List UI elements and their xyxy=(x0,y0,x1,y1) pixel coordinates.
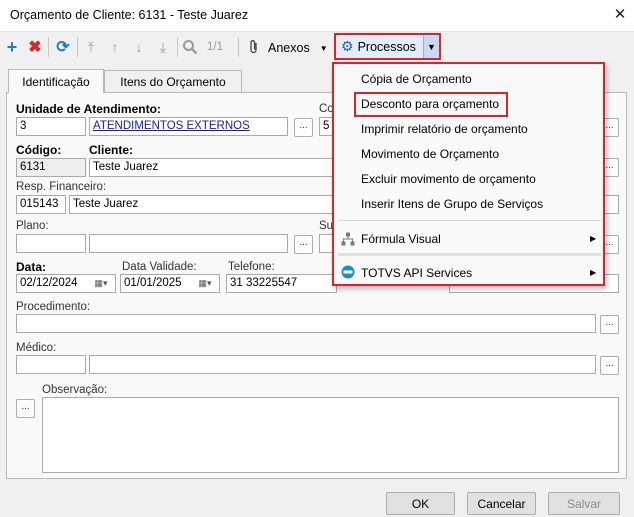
tab-itens-orcamento[interactable]: Itens do Orçamento xyxy=(104,70,242,92)
unidade-label: Unidade de Atendimento: xyxy=(16,102,161,116)
save-button[interactable]: Salvar xyxy=(548,492,620,515)
toolbar-divider xyxy=(77,37,78,57)
title-bar: Orçamento de Cliente: 6131 - Teste Juare… xyxy=(0,0,634,32)
menu-item-excluir-movimento[interactable]: Excluir movimento de orçamento xyxy=(361,172,536,186)
plano-code-input[interactable] xyxy=(16,234,86,253)
resp-name-input[interactable]: Teste Juarez xyxy=(69,195,337,214)
processos-dropdown-icon[interactable]: ▼ xyxy=(423,35,439,58)
cliente-input[interactable]: Teste Juarez xyxy=(89,158,337,177)
submenu-arrow-icon: ▶ xyxy=(590,234,597,243)
highlight-box xyxy=(354,92,508,117)
observacao-textarea[interactable] xyxy=(42,397,619,473)
observacao-label: Observação: xyxy=(42,384,108,396)
medico-code-input[interactable] xyxy=(16,355,86,374)
first-record-icon[interactable]: ⤒ xyxy=(82,38,100,56)
add-icon[interactable]: + xyxy=(3,37,21,57)
refresh-icon[interactable]: ⟳ xyxy=(54,38,72,56)
unidade-code-input[interactable]: 3 xyxy=(16,117,86,136)
menu-item-totvs-api[interactable]: TOTVS API Services xyxy=(361,266,472,280)
codigo-input: 6131 xyxy=(16,158,86,177)
ok-button[interactable]: OK xyxy=(386,492,455,515)
tab-label: Itens do Orçamento xyxy=(120,74,226,89)
window-title: Orçamento de Cliente: 6131 - Teste Juare… xyxy=(10,8,249,22)
medico-label: Médico: xyxy=(16,342,57,354)
anexos-chevron-icon[interactable]: ▼ xyxy=(320,44,328,53)
record-counter: 1/1 xyxy=(207,41,223,53)
menu-item-imprimir-relatorio[interactable]: Imprimir relatório de orçamento xyxy=(361,122,528,136)
procedimento-lookup-button[interactable]: ... xyxy=(600,315,619,334)
toolbar: + ✖ ⟳ ⤒ ↑ ↓ ⤓ 1/1 Anexos ▼ xyxy=(0,32,634,62)
last-record-icon[interactable]: ⤓ xyxy=(154,38,172,56)
medico-name-input[interactable] xyxy=(89,355,596,374)
unidade-lookup-button[interactable]: ... xyxy=(294,118,313,137)
toolbar-divider xyxy=(48,37,49,57)
menu-item-movimento-orcamento[interactable]: Movimento de Orçamento xyxy=(361,147,499,161)
menu-separator xyxy=(338,220,601,221)
processos-menu: Cópia de Orçamento Desconto para orçamen… xyxy=(332,62,605,286)
next-record-icon[interactable]: ↓ xyxy=(130,38,148,56)
plano-lookup-button[interactable]: ... xyxy=(294,235,313,254)
api-icon xyxy=(341,265,355,279)
close-icon[interactable]: ✕ xyxy=(610,5,630,25)
sitemap-icon xyxy=(341,232,355,246)
data-label: Data: xyxy=(16,260,47,274)
toolbar-divider xyxy=(238,37,239,57)
menu-item-copia-orcamento[interactable]: Cópia de Orçamento xyxy=(361,72,472,86)
observacao-expand-button[interactable]: ... xyxy=(16,399,35,418)
submenu-arrow-icon: ▶ xyxy=(590,268,597,277)
plano-label: Plano: xyxy=(16,220,49,232)
tab-identificacao[interactable]: Identificação xyxy=(8,69,104,93)
validade-label: Data Validade: xyxy=(122,261,197,273)
medico-lookup-button[interactable]: ... xyxy=(600,356,619,375)
resp-code-input[interactable]: 015143 xyxy=(16,195,66,214)
previous-record-icon[interactable]: ↑ xyxy=(106,38,124,56)
processos-button[interactable]: ⚙ Processos ▼ xyxy=(334,33,441,60)
calendar-icon[interactable]: ▦▾ xyxy=(192,275,218,292)
calendar-icon[interactable]: ▦▾ xyxy=(88,275,114,292)
paperclip-icon xyxy=(248,39,262,58)
processos-label: Processos xyxy=(357,39,416,54)
telefone-input[interactable]: 31 33225547 xyxy=(226,274,337,293)
telefone-label: Telefone: xyxy=(228,261,275,273)
su-label: Su xyxy=(319,220,334,232)
unidade-name-input[interactable]: ATENDIMENTOS EXTERNOS xyxy=(89,117,288,136)
toolbar-divider xyxy=(177,37,178,57)
anexos-button[interactable]: Anexos ▼ xyxy=(248,37,328,59)
codigo-label: Código: xyxy=(16,143,62,157)
menu-separator xyxy=(338,253,601,256)
search-icon[interactable] xyxy=(181,38,199,56)
resp-financeiro-label: Resp. Financeiro: xyxy=(16,181,107,193)
procedimento-label: Procedimento: xyxy=(16,301,91,313)
menu-item-inserir-itens-grupo[interactable]: Inserir Itens de Grupo de Serviços xyxy=(361,197,543,211)
cancel-button[interactable]: Cancelar xyxy=(467,492,536,515)
processos-main[interactable]: ⚙ Processos xyxy=(336,35,424,58)
anexos-label: Anexos xyxy=(268,41,310,55)
delete-icon[interactable]: ✖ xyxy=(26,38,44,56)
gear-icon: ⚙ xyxy=(341,38,354,54)
menu-item-formula-visual[interactable]: Fórmula Visual xyxy=(361,232,441,246)
plano-name-input[interactable] xyxy=(89,234,288,253)
procedimento-input[interactable] xyxy=(16,314,596,333)
cliente-label: Cliente: xyxy=(89,143,134,157)
tab-label: Identificação xyxy=(22,74,90,89)
